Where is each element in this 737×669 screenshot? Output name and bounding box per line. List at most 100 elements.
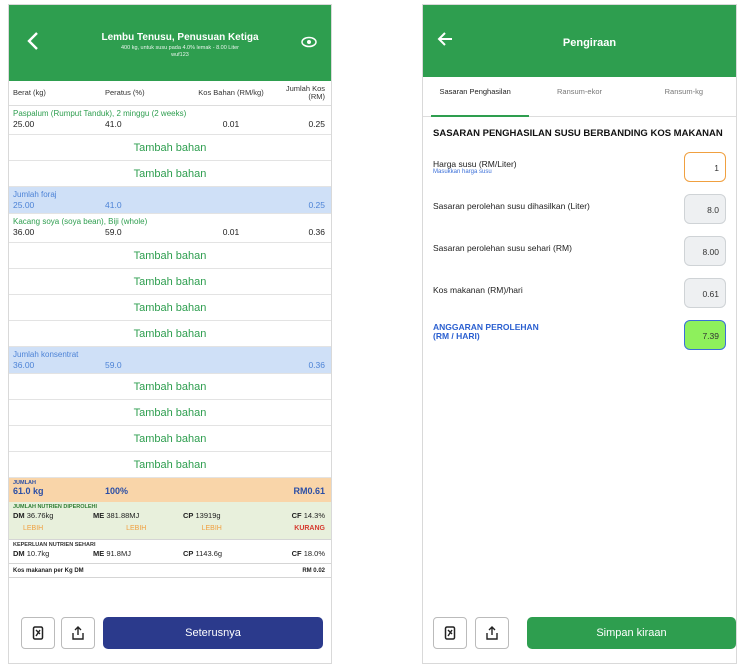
table-header: Berat (kg) Peratus (%) Kos Bahan (RM/kg)… xyxy=(9,81,331,106)
tab-bar: Sasaran Penghasilan Ransum-ekor Ransum-k… xyxy=(423,77,736,117)
add-ingredient-button[interactable]: Tambah bahan xyxy=(9,452,331,478)
ingredient-row[interactable]: Paspalum (Rumput Tanduk), 2 minggu (2 we… xyxy=(9,106,331,135)
milk-price-field: Harga susu (RM/Liter) Masukkan harga sus… xyxy=(423,147,736,189)
share-icon xyxy=(72,626,84,640)
page-subtitle: 400 kg, untuk susu pada 4.0% lemak - 8.0… xyxy=(69,45,291,59)
nutrient-cp: CP 13919g xyxy=(183,511,221,520)
req-cf: CF 18.0% xyxy=(291,549,325,558)
bottom-action-bar: Simpan kiraan xyxy=(423,603,736,663)
nutrients-obtained-label: JUMLAH NUTRIEN DIPEROLEHI xyxy=(13,504,98,510)
estimated-income-field: ANGGARAN PEROLEHAN (RM / HARI) 7.39 xyxy=(423,315,736,357)
target-daily-income-label: Sasaran perolehan susu sehari (RM) xyxy=(433,243,572,253)
add-ingredient-button[interactable]: Tambah bahan xyxy=(9,321,331,347)
status-cf: KURANG xyxy=(294,525,325,532)
tab-sasaran-penghasilan[interactable]: Sasaran Penghasilan xyxy=(423,77,527,116)
ingredient-kos: 0.01 xyxy=(222,119,240,129)
milk-price-label: Harga susu (RM/Liter) xyxy=(433,159,517,169)
nutrient-cf: CF 14.3% xyxy=(291,511,325,520)
add-ingredient-button[interactable]: Tambah bahan xyxy=(9,243,331,269)
grand-total-peratus: 100% xyxy=(105,486,129,496)
feed-cost-per-day-label: Kos makanan (RM)/hari xyxy=(433,285,523,295)
ingredient-row[interactable]: Kacang soya (soya bean), Biji (whole) 36… xyxy=(9,214,331,243)
nutrient-dm: DM 36.76kg xyxy=(13,511,54,520)
target-milk-liter-value: 8.0 xyxy=(684,194,726,224)
feed-cost-per-kg-dm: Kos makanan per Kg DM RM 0.02 xyxy=(9,564,331,578)
concentrate-total-peratus: 59.0 xyxy=(105,360,122,370)
forage-total-berat: 25.00 xyxy=(13,200,35,210)
add-ingredient-button[interactable]: Tambah bahan xyxy=(9,269,331,295)
col-peratus: Peratus (%) xyxy=(105,88,145,97)
feed-cost-value: RM 0.02 xyxy=(302,567,325,574)
page-title: Lembu Tenusu, Penusuan Ketiga xyxy=(101,32,259,43)
add-ingredient-button[interactable]: Tambah bahan xyxy=(9,374,331,400)
col-jumlah-kos: Jumlah Kos (RM) xyxy=(285,84,325,101)
feed-cost-label: Kos makanan per Kg DM xyxy=(13,567,84,574)
subtitle-line-2: wuf123 xyxy=(171,52,189,58)
grand-total-row: JUMLAH 61.0 kg 100% RM0.61 xyxy=(9,478,331,502)
pdf-export-button[interactable] xyxy=(21,617,55,649)
feed-cost-per-day-value: 0.61 xyxy=(684,278,726,308)
req-me: ME 91.8MJ xyxy=(93,549,131,558)
nutrients-obtained: JUMLAH NUTRIEN DIPEROLEHI DM 36.76kg ME … xyxy=(9,502,331,540)
req-dm: DM 10.7kg xyxy=(13,549,50,558)
next-button[interactable]: Seterusnya xyxy=(103,617,323,649)
active-tab-indicator xyxy=(431,115,529,117)
concentrate-total-kos xyxy=(181,360,281,370)
status-cp: LEBIH xyxy=(201,525,222,532)
ingredient-name: Kacang soya (soya bean), Biji (whole) xyxy=(13,217,148,226)
ingredient-berat: 36.00 xyxy=(13,227,35,237)
req-cp: CP 1143.6g xyxy=(183,549,223,558)
ingredient-berat: 25.00 xyxy=(13,119,35,129)
tab-ransum-ekor[interactable]: Ransum-ekor xyxy=(527,77,631,116)
target-milk-liter-field: Sasaran perolehan susu dihasilkan (Liter… xyxy=(423,189,736,231)
page-title: Pengiraan xyxy=(562,37,617,49)
bottom-action-bar: Seterusnya xyxy=(9,603,331,663)
grand-total-berat: 61.0 kg xyxy=(13,486,44,496)
share-button[interactable] xyxy=(61,617,95,649)
forage-total-row: Jumlah foraj 25.00 41.0 0.25 xyxy=(9,187,331,214)
estimated-income-value: 7.39 xyxy=(684,320,726,350)
target-daily-income-field: Sasaran perolehan susu sehari (RM) 8.00 xyxy=(423,231,736,273)
pdf-export-button[interactable] xyxy=(433,617,467,649)
back-chevron-icon[interactable] xyxy=(27,31,39,55)
milk-price-hint: Masukkan harga susu xyxy=(433,169,492,175)
estimated-income-label-2: (RM / HARI) xyxy=(433,331,480,341)
back-arrow-icon[interactable] xyxy=(437,29,453,51)
feed-cost-per-day-field: Kos makanan (RM)/hari 0.61 xyxy=(423,273,736,315)
document-icon xyxy=(444,626,456,640)
status-dm: LEBIH xyxy=(23,525,44,532)
col-berat: Berat (kg) xyxy=(13,88,46,97)
document-icon xyxy=(32,626,44,640)
forage-total-peratus: 41.0 xyxy=(105,200,122,210)
add-ingredient-button[interactable]: Tambah bahan xyxy=(9,295,331,321)
share-icon xyxy=(486,626,498,640)
ingredient-kos: 0.01 xyxy=(222,227,240,237)
concentrate-total-label: Jumlah konsentrat xyxy=(13,350,79,359)
feed-formulation-screen: Lembu Tenusu, Penusuan Ketiga 400 kg, un… xyxy=(8,4,332,664)
app-bar: Lembu Tenusu, Penusuan Ketiga 400 kg, un… xyxy=(9,5,331,81)
milk-price-input[interactable]: 1 xyxy=(684,152,726,182)
save-calculation-button[interactable]: Simpan kiraan xyxy=(527,617,736,649)
add-ingredient-button[interactable]: Tambah bahan xyxy=(9,161,331,187)
tab-ransum-kg[interactable]: Ransum-kg xyxy=(632,77,736,116)
add-ingredient-button[interactable]: Tambah bahan xyxy=(9,400,331,426)
forage-total-label: Jumlah foraj xyxy=(13,190,57,199)
add-ingredient-button[interactable]: Tambah bahan xyxy=(9,426,331,452)
share-button[interactable] xyxy=(475,617,509,649)
nutrient-me: ME 381.88MJ xyxy=(93,511,140,520)
add-ingredient-button[interactable]: Tambah bahan xyxy=(9,135,331,161)
ingredient-jumlah: 0.25 xyxy=(308,119,325,129)
concentrate-total-berat: 36.00 xyxy=(13,360,35,370)
target-daily-income-value: 8.00 xyxy=(684,236,726,266)
subtitle-line: 400 kg, untuk susu pada 4.0% lemak - 8.0… xyxy=(120,45,240,51)
calculation-screen: Pengiraan Sasaran Penghasilan Ransum-eko… xyxy=(422,4,737,664)
eye-icon[interactable] xyxy=(301,35,317,48)
col-kos-bahan: Kos Bahan (RM/kg) xyxy=(198,88,264,97)
grand-total-jumlah: RM0.61 xyxy=(293,486,325,496)
ingredient-jumlah: 0.36 xyxy=(308,227,325,237)
forage-total-jumlah: 0.25 xyxy=(308,200,325,210)
ingredient-peratus: 41.0 xyxy=(105,119,122,129)
ingredient-peratus: 59.0 xyxy=(105,227,122,237)
concentrate-total-row: Jumlah konsentrat 36.00 59.0 0.36 xyxy=(9,347,331,374)
status-me: LEBIH xyxy=(126,525,147,532)
